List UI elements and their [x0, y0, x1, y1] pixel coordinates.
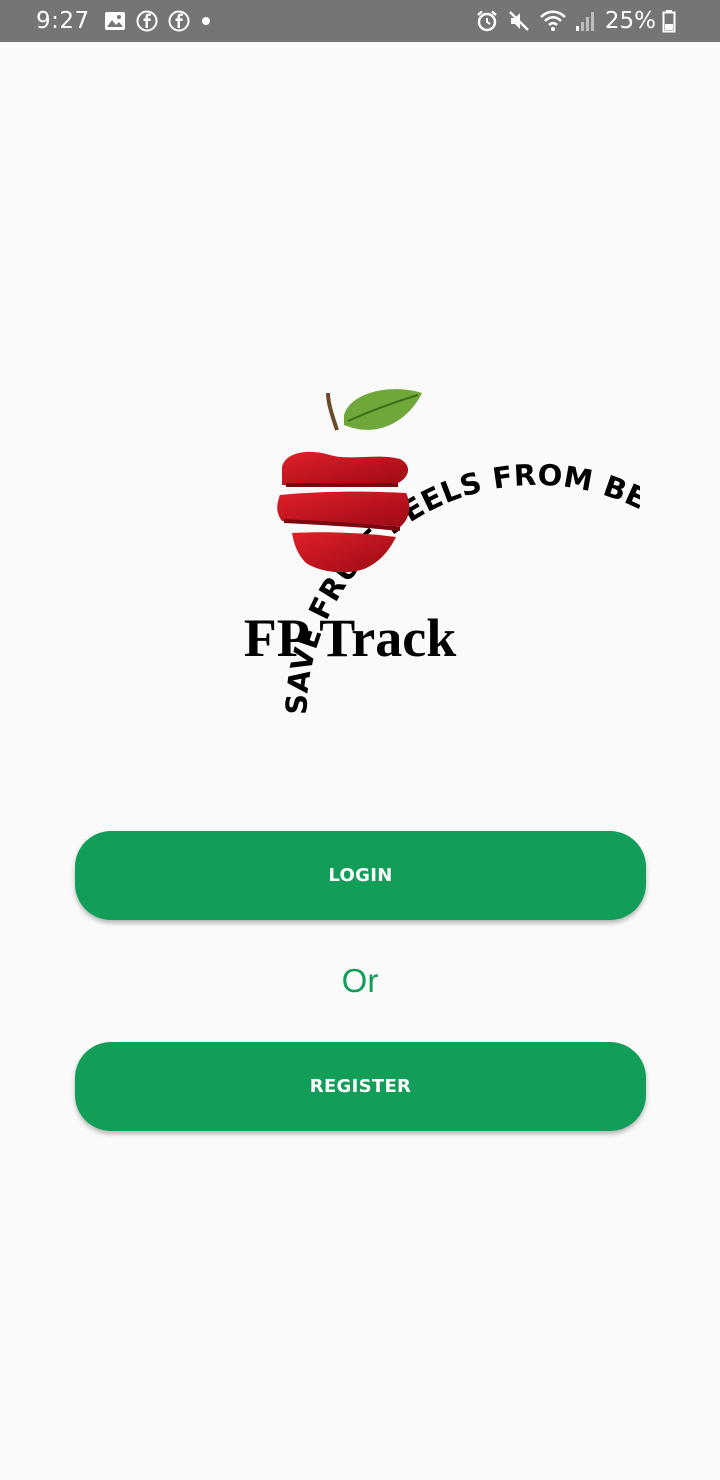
app-title: FP Track — [243, 608, 457, 668]
apple-icon — [277, 389, 422, 573]
status-bar: 9:27 25% — [0, 0, 720, 42]
facebook-icon — [136, 10, 158, 32]
login-button[interactable]: LOGIN — [75, 831, 646, 920]
register-button[interactable]: REGISTER — [75, 1042, 646, 1131]
logo-graphic: SAVE FRUIT PEELS FROM BEING WASTED.SAVE … — [277, 389, 640, 775]
battery-percent: 25% — [604, 8, 656, 34]
facebook-icon — [168, 10, 190, 32]
wifi-icon — [539, 9, 567, 33]
status-time: 9:27 — [36, 8, 90, 34]
battery-icon — [662, 9, 676, 33]
image-icon — [104, 11, 126, 31]
or-separator: Or — [341, 962, 379, 999]
app-logo: SAVE FRUIT PEELS FROM BEING WASTED.SAVE … — [60, 215, 660, 775]
alarm-icon — [475, 9, 499, 33]
status-bar-right: 25% — [475, 8, 684, 34]
dot-icon — [200, 15, 212, 27]
status-bar-left: 9:27 — [36, 8, 222, 34]
mute-icon — [507, 9, 531, 33]
signal-icon — [575, 10, 597, 32]
